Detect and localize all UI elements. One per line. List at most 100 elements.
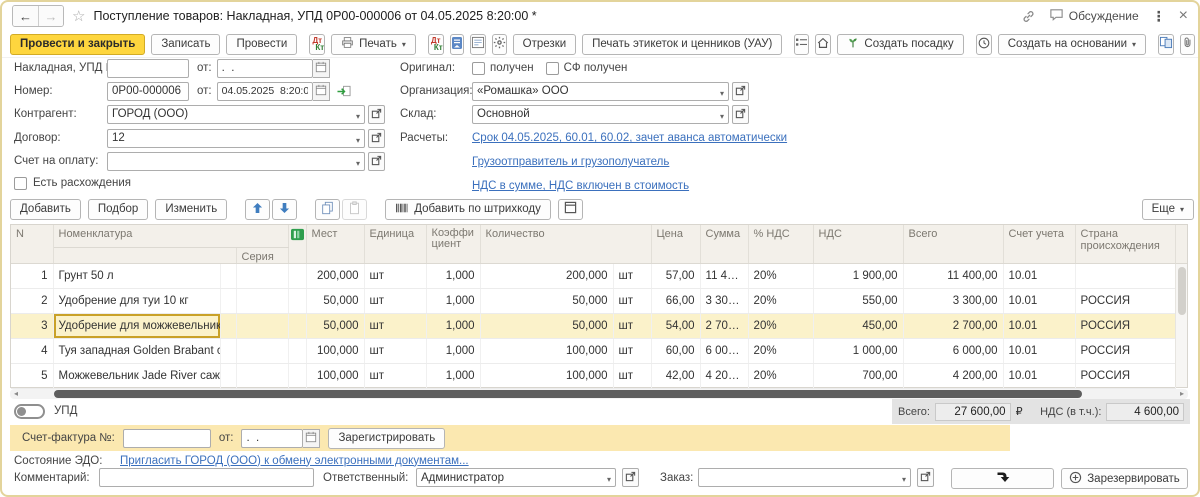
back-button[interactable]: ←	[13, 6, 38, 26]
cell-vat[interactable]: 550,00	[813, 288, 903, 313]
settlements-link[interactable]: Срок 04.05.2025, 60.01, 60.02, зачет ава…	[472, 132, 787, 144]
calendar-button[interactable]	[303, 429, 320, 448]
edo-invite-link[interactable]: Пригласить ГОРОД (ООО) к обмену электрон…	[120, 455, 469, 467]
home-button[interactable]	[815, 34, 831, 55]
cell-country[interactable]: РОССИЯ	[1075, 288, 1175, 313]
cell-total[interactable]: 2 700,00	[903, 313, 1003, 338]
calendar-button[interactable]	[313, 59, 330, 78]
cell-vat[interactable]: 700,00	[813, 363, 903, 388]
open-button[interactable]	[368, 129, 385, 148]
cell-vat-rate[interactable]: 20%	[748, 313, 813, 338]
close-icon[interactable]: ×	[1179, 9, 1188, 23]
transfer-button[interactable]	[951, 468, 1054, 489]
header-vat[interactable]: НДС	[813, 225, 903, 263]
cell-unit[interactable]: шт	[364, 338, 426, 363]
cell-price[interactable]: 66,00	[651, 288, 700, 313]
open-button[interactable]	[732, 105, 749, 124]
create-planting-button[interactable]: Создать посадку	[837, 34, 963, 55]
header-amount[interactable]: Сумма	[700, 225, 748, 263]
table-view-button[interactable]	[558, 199, 583, 220]
header-n[interactable]: N	[11, 225, 53, 263]
cell-quantity[interactable]: 100,000	[480, 338, 613, 363]
discussion-button[interactable]: Обсуждение	[1049, 7, 1139, 25]
comment-input[interactable]	[99, 468, 314, 487]
counterparty-input[interactable]: ГОРОД (ООО)▾	[107, 105, 365, 124]
print-labels-button[interactable]: Печать этикеток и ценников (УАУ)	[582, 34, 782, 55]
cell-empty[interactable]	[220, 338, 236, 363]
cell-nomenclature[interactable]: Удобрение для можжевельника 10 кг	[53, 313, 220, 338]
cell-series[interactable]	[236, 363, 288, 388]
header-coefficient[interactable]: Коэффициент	[426, 225, 480, 263]
cell-coefficient[interactable]: 1,000	[426, 288, 480, 313]
combo-arrow-icon[interactable]: ▾	[607, 475, 611, 484]
cell-vat[interactable]: 450,00	[813, 313, 903, 338]
cell-quantity[interactable]: 50,000	[480, 288, 613, 313]
menu-dots-icon[interactable]: ⋮	[1152, 8, 1166, 25]
cell-places[interactable]: 50,000	[306, 313, 364, 338]
payment-invoice-input[interactable]: ▾	[107, 152, 365, 171]
header-places[interactable]: Мест	[306, 225, 364, 263]
cell-amount[interactable]: 11 400,00	[700, 263, 748, 288]
cell-n[interactable]: 5	[11, 363, 53, 388]
cell-amount[interactable]: 3 300,00	[700, 288, 748, 313]
cell-vat-rate[interactable]: 20%	[748, 338, 813, 363]
vertical-scrollbar[interactable]	[1175, 225, 1187, 387]
cell-quantity[interactable]: 50,000	[480, 313, 613, 338]
invoice-upd-number-input[interactable]	[107, 59, 189, 78]
write-button[interactable]: Записать	[151, 34, 220, 55]
warehouse-input[interactable]: Основной▾	[472, 105, 729, 124]
cell-nomenclature[interactable]: Грунт 50 л	[53, 263, 220, 288]
cell-country[interactable]: РОССИЯ	[1075, 363, 1175, 388]
cell-unit[interactable]: шт	[364, 363, 426, 388]
header-vat-rate[interactable]: % НДС	[748, 225, 813, 263]
header-country[interactable]: Страна происхождения	[1075, 225, 1175, 263]
cell-total[interactable]: 4 200,00	[903, 363, 1003, 388]
cell-empty[interactable]	[220, 288, 236, 313]
cell-vat-rate[interactable]: 20%	[748, 263, 813, 288]
cell-quantity-unit[interactable]: шт	[613, 288, 651, 313]
set-current-date-icon[interactable]	[336, 84, 352, 98]
related-documents-button[interactable]	[1158, 34, 1174, 55]
reserve-button[interactable]: Зарезервировать	[1061, 468, 1188, 489]
cell-total[interactable]: 3 300,00	[903, 288, 1003, 313]
postings-dtkt-button[interactable]: ДтКт	[309, 34, 325, 55]
open-button[interactable]	[732, 82, 749, 101]
discrepancies-checkbox[interactable]	[14, 177, 27, 190]
cell-country[interactable]	[1075, 263, 1175, 288]
combo-arrow-icon[interactable]: ▾	[720, 89, 724, 98]
cell-coefficient[interactable]: 1,000	[426, 338, 480, 363]
edo-document-button[interactable]	[450, 34, 464, 55]
cell-amount[interactable]: 2 700,00	[700, 313, 748, 338]
scroll-left-icon[interactable]: ◂	[10, 389, 22, 399]
table-row[interactable]: 1Грунт 50 л200,000шт1,000200,000шт57,001…	[11, 263, 1175, 288]
cell-price[interactable]: 54,00	[651, 313, 700, 338]
cargo-link[interactable]: Грузоотправитель и грузополучатель	[472, 156, 669, 168]
link-icon[interactable]	[1021, 9, 1036, 24]
create-based-on-button[interactable]: Создать на основании▾	[998, 34, 1146, 55]
cell-nomenclature[interactable]: Удобрение для туи 10 кг	[53, 288, 220, 313]
cell-n[interactable]: 3	[11, 313, 53, 338]
horizontal-scrollbar-thumb[interactable]	[54, 390, 1082, 398]
open-button[interactable]	[368, 105, 385, 124]
cell-places[interactable]: 200,000	[306, 263, 364, 288]
cell-amount[interactable]: 6 000,00	[700, 338, 748, 363]
cell-unit[interactable]: шт	[364, 313, 426, 338]
cell-empty[interactable]	[288, 263, 306, 288]
favorites-star-icon[interactable]: ☆	[72, 9, 85, 24]
add-by-barcode-button[interactable]: Добавить по штрихкоду	[385, 199, 551, 220]
move-up-button[interactable]	[245, 199, 270, 220]
header-price[interactable]: Цена	[651, 225, 700, 263]
cell-total[interactable]: 6 000,00	[903, 338, 1003, 363]
cell-n[interactable]: 4	[11, 338, 53, 363]
invoice-document-button[interactable]	[470, 34, 486, 55]
cell-account[interactable]: 10.01	[1003, 363, 1075, 388]
cell-empty[interactable]	[220, 313, 236, 338]
cell-nomenclature[interactable]: Туя западная Golden Brabant саженцы	[53, 338, 220, 363]
cell-country[interactable]: РОССИЯ	[1075, 313, 1175, 338]
header-series[interactable]: Серия	[236, 247, 288, 263]
cell-series[interactable]	[236, 313, 288, 338]
cell-vat[interactable]: 1 000,00	[813, 338, 903, 363]
table-row[interactable]: 2Удобрение для туи 10 кг50,000шт1,00050,…	[11, 288, 1175, 313]
forward-button[interactable]: →	[38, 6, 63, 26]
cell-empty[interactable]	[288, 288, 306, 313]
